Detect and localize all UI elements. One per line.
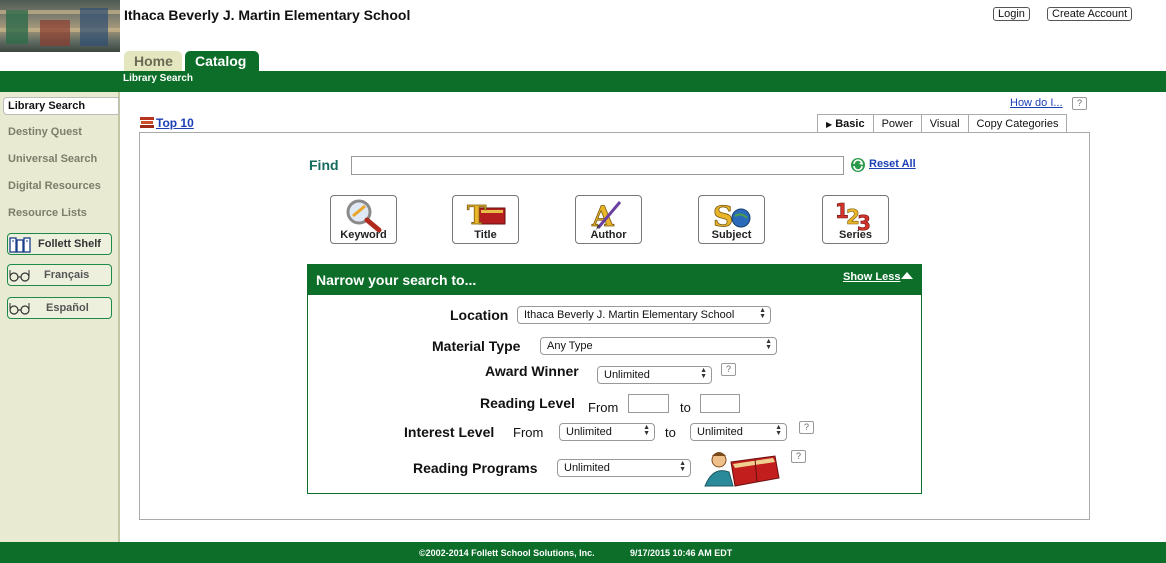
- find-label: Find: [309, 157, 339, 173]
- reading-programs-value: Unlimited: [564, 462, 610, 474]
- reading-level-label: Reading Level: [480, 395, 575, 411]
- sidebar-item-destiny-quest[interactable]: Destiny Quest: [8, 126, 82, 138]
- magnifier-icon: [346, 199, 382, 232]
- svg-text:T: T: [467, 201, 487, 231]
- tab-power[interactable]: Power: [872, 114, 922, 133]
- series-label: Series: [838, 229, 873, 241]
- award-winner-help-icon[interactable]: ?: [721, 363, 736, 376]
- interest-level-from-select[interactable]: Unlimited ▲ ▼: [559, 423, 655, 441]
- top-10-link[interactable]: Top 10: [156, 116, 194, 130]
- location-value: Ithaca Beverly J. Martin Elementary Scho…: [524, 309, 735, 321]
- how-do-i-link[interactable]: How do I...: [1010, 97, 1063, 109]
- espanol-button[interactable]: Español: [7, 297, 112, 319]
- footer-timestamp: 9/17/2015 10:46 AM EDT: [630, 548, 733, 558]
- title-book-icon: T: [467, 201, 506, 231]
- follett-shelf-label: Follett Shelf: [38, 238, 101, 250]
- tab-basic[interactable]: ▶ Basic: [817, 114, 874, 133]
- tab-basic-label: Basic: [835, 118, 865, 130]
- reading-programs-help-icon[interactable]: ?: [791, 450, 806, 463]
- svg-text:A: A: [591, 200, 615, 232]
- follett-shelf-button[interactable]: Follett Shelf: [7, 233, 112, 255]
- espanol-label: Español: [46, 302, 89, 314]
- sidebar-item-universal-search[interactable]: Universal Search: [8, 153, 97, 165]
- narrow-search-title: Narrow your search to...: [316, 272, 477, 288]
- sidebar: Library Search Destiny Quest Universal S…: [0, 92, 120, 542]
- active-tab-arrow-icon: ▶: [826, 120, 833, 129]
- reset-all-link[interactable]: Reset All: [869, 158, 916, 170]
- location-select[interactable]: Ithaca Beverly J. Martin Elementary Scho…: [517, 306, 771, 324]
- find-input[interactable]: [351, 156, 844, 175]
- reading-from-label: From: [588, 400, 619, 415]
- sidebar-item-resource-lists[interactable]: Resource Lists: [8, 207, 87, 219]
- glasses-icon: [9, 268, 31, 289]
- select-arrows-icon: ▲ ▼: [775, 424, 782, 437]
- subject-letters-icon: S: [713, 200, 751, 232]
- series-search-button[interactable]: 1 2 3 Series: [822, 195, 889, 244]
- footer-copyright: ©2002-2014 Follett School Solutions, Inc…: [419, 548, 595, 558]
- subnav-library-search[interactable]: Library Search: [123, 73, 193, 84]
- sidebar-item-library-search[interactable]: Library Search: [3, 97, 119, 115]
- author-search-button[interactable]: A Author: [575, 195, 642, 244]
- create-account-button[interactable]: Create Account: [1047, 7, 1133, 21]
- interest-level-to-select[interactable]: Unlimited ▲ ▼: [690, 423, 787, 441]
- francais-button[interactable]: Français: [7, 264, 112, 286]
- title-label: Title: [474, 229, 497, 241]
- reset-icon[interactable]: [850, 157, 866, 173]
- tab-catalog[interactable]: Catalog: [185, 51, 259, 72]
- interest-from-label: From: [513, 425, 544, 440]
- select-arrows-icon: ▲ ▼: [759, 307, 766, 320]
- interest-to-label: to: [665, 425, 676, 440]
- reading-child-icon: [704, 452, 780, 487]
- school-name: Ithaca Beverly J. Martin Elementary Scho…: [124, 7, 411, 23]
- school-photo: [0, 0, 120, 52]
- sidebar-item-digital-resources[interactable]: Digital Resources: [8, 180, 101, 192]
- reading-programs-select[interactable]: Unlimited ▲ ▼: [557, 459, 691, 477]
- svg-text:S: S: [713, 200, 733, 232]
- author-label: Author: [590, 229, 627, 241]
- search-mode-tabs: ▶ Basic Power Visual Copy Categories: [817, 114, 1068, 133]
- reading-level-from-input[interactable]: [628, 394, 669, 413]
- select-arrows-icon: ▲ ▼: [679, 460, 686, 473]
- show-less-link[interactable]: Show Less: [843, 271, 900, 283]
- subject-label: Subject: [711, 229, 752, 241]
- francais-label: Français: [44, 269, 90, 281]
- award-winner-label: Award Winner: [485, 363, 579, 379]
- material-type-value: Any Type: [547, 340, 593, 352]
- tab-copy-categories[interactable]: Copy Categories: [967, 114, 1068, 133]
- reading-level-to-input[interactable]: [700, 394, 740, 413]
- location-label: Location: [450, 307, 509, 323]
- series-numbers-icon: 1 2 3: [835, 199, 871, 232]
- select-arrows-icon: ▲ ▼: [700, 367, 707, 380]
- interest-level-help-icon[interactable]: ?: [799, 421, 814, 434]
- interest-to-value: Unlimited: [697, 426, 743, 438]
- books-icon: [9, 237, 35, 260]
- material-type-label: Material Type: [432, 338, 521, 354]
- help-icon[interactable]: ?: [1072, 97, 1087, 110]
- author-pen-icon: A: [591, 200, 622, 232]
- title-search-button[interactable]: T Title: [452, 195, 519, 244]
- interest-level-label: Interest Level: [404, 424, 495, 440]
- material-type-select[interactable]: Any Type ▲ ▼: [540, 337, 777, 355]
- tab-visual[interactable]: Visual: [920, 114, 969, 133]
- interest-from-value: Unlimited: [566, 426, 612, 438]
- tab-home[interactable]: Home: [124, 51, 182, 72]
- books-stack-icon: [140, 117, 154, 128]
- glasses-icon: [9, 301, 31, 322]
- subject-search-button[interactable]: S Subject: [698, 195, 765, 244]
- login-button[interactable]: Login: [993, 7, 1030, 21]
- keyword-search-button[interactable]: Keyword: [330, 195, 397, 244]
- keyword-label: Keyword: [340, 229, 387, 241]
- reading-to-label: to: [680, 400, 691, 415]
- select-arrows-icon: ▲ ▼: [765, 338, 772, 351]
- award-winner-value: Unlimited: [604, 369, 650, 381]
- award-winner-select[interactable]: Unlimited ▲ ▼: [597, 366, 712, 384]
- select-arrows-icon: ▲ ▼: [643, 424, 650, 437]
- subnav-bar: Library Search: [0, 71, 1166, 92]
- collapse-up-icon[interactable]: [901, 272, 913, 279]
- reading-programs-label: Reading Programs: [413, 460, 538, 476]
